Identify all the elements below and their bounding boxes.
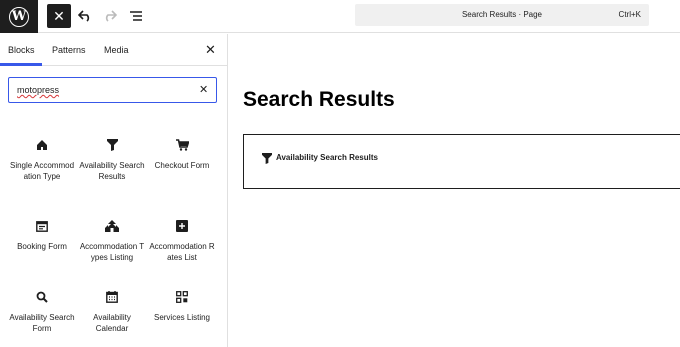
search-value: motopress [17, 85, 60, 95]
document-overview-button[interactable] [124, 4, 148, 28]
inserter-tabs: Blocks Patterns Media ✕ [0, 34, 228, 66]
close-icon: ✕ [199, 84, 209, 96]
clear-search-button[interactable]: ✕ [199, 83, 208, 96]
block-search-input[interactable]: motopress ✕ [8, 77, 217, 103]
close-icon: ✕ [53, 7, 65, 24]
block-availability-calendar[interactable]: Availability Calendar [79, 289, 145, 334]
block-label: Single Accommodation Type [9, 161, 75, 181]
block-label: Accommodation Types Listing [79, 242, 145, 262]
calendar-icon [106, 291, 118, 303]
command-palette-bar[interactable]: Search Results · Page Ctrl+K [355, 4, 649, 26]
block-placeholder-label: Availability Search Results [276, 153, 378, 162]
wordpress-icon: W [9, 6, 29, 27]
active-tab-indicator [0, 63, 42, 66]
wordpress-logo-button[interactable]: W [0, 0, 38, 33]
search-icon [36, 291, 48, 303]
block-label: Availability Calendar [93, 313, 131, 333]
cart-icon [175, 139, 189, 151]
document-overview-icon [130, 11, 142, 21]
block-label: Services Listing [153, 313, 211, 322]
block-services-listing[interactable]: Services Listing [149, 289, 215, 324]
block-label: Accommodation Rates List [149, 242, 215, 262]
document-title: Search Results · Page [461, 10, 543, 19]
block-availability-search-form[interactable]: Availability Search Form [9, 289, 75, 334]
form-icon [36, 220, 48, 232]
page-title[interactable]: Search Results [243, 88, 395, 112]
buildings-icon [105, 220, 119, 232]
block-accommodation-rates-list[interactable]: Accommodation Rates List [149, 218, 215, 263]
block-accommodation-types-listing[interactable]: Accommodation Types Listing [79, 218, 145, 263]
grid-icon [176, 291, 188, 303]
block-availability-search-results[interactable]: Availability Search Results [79, 137, 145, 182]
home-icon [37, 140, 47, 150]
redo-icon [105, 10, 117, 22]
tab-media[interactable]: Media [104, 45, 129, 55]
undo-icon [78, 10, 90, 22]
editor-toolbar: W ✕ Search Results · Page Ctrl+K [0, 0, 680, 33]
block-single-accommodation-type[interactable]: Single Accommodation Type [9, 137, 75, 182]
money-icon [176, 220, 188, 232]
editor-canvas[interactable]: Search Results Availability Search Resul… [229, 34, 680, 347]
tab-blocks[interactable]: Blocks [8, 45, 35, 55]
availability-search-results-block[interactable]: Availability Search Results [243, 134, 680, 189]
block-label: Booking Form [17, 242, 67, 251]
block-booking-form[interactable]: Booking Form [9, 218, 75, 253]
block-label: Availability Search Results [79, 161, 145, 181]
filter-icon [106, 139, 118, 151]
block-label: Availability Search Form [9, 313, 75, 333]
command-shortcut: Ctrl+K [618, 10, 641, 19]
block-inserter-panel: Blocks Patterns Media ✕ motopress ✕ Sing… [0, 34, 228, 347]
tab-patterns[interactable]: Patterns [52, 45, 86, 55]
undo-button[interactable] [73, 4, 97, 28]
block-checkout-form[interactable]: Checkout Form [149, 137, 215, 172]
redo-button[interactable] [98, 4, 122, 28]
close-panel-button[interactable]: ✕ [205, 42, 216, 58]
close-inserter-button[interactable]: ✕ [47, 4, 71, 28]
block-label: Checkout Form [154, 161, 210, 170]
filter-icon [262, 153, 272, 164]
close-icon: ✕ [205, 42, 216, 57]
